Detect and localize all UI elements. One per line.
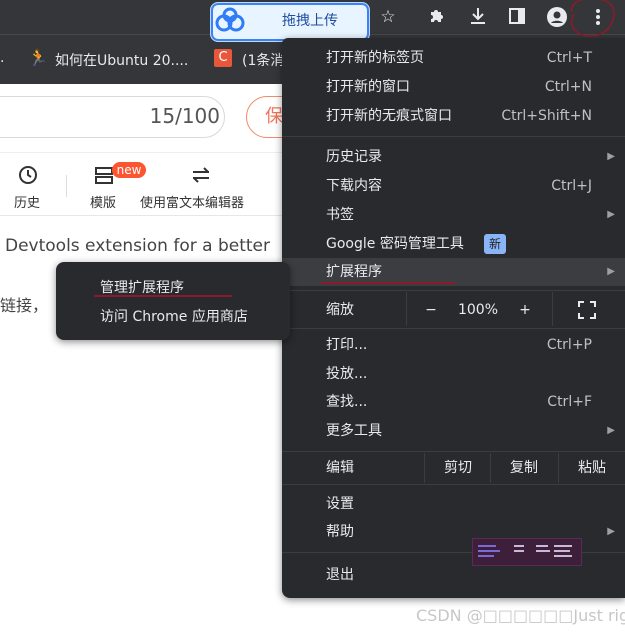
edit-label: 编辑 bbox=[326, 460, 354, 476]
menu-item-downloads[interactable]: 下载内容 Ctrl+J bbox=[282, 172, 625, 200]
bookmark-item[interactable]: (1条消 bbox=[242, 50, 284, 70]
chevron-right-icon: ▶ bbox=[607, 425, 615, 436]
new-badge: 新 bbox=[484, 234, 506, 254]
menu-item-find[interactable]: 查找... Ctrl+F bbox=[282, 388, 625, 416]
zoom-level: 100% bbox=[457, 302, 499, 318]
submenu-item-visit-store[interactable]: 访问 Chrome 应用商店 bbox=[100, 306, 248, 326]
bookmark-item[interactable]: . bbox=[0, 50, 4, 66]
csdn-icon: C bbox=[214, 49, 232, 67]
menu-divider bbox=[490, 453, 491, 483]
menu-divider bbox=[282, 484, 625, 485]
history-icon[interactable] bbox=[17, 164, 39, 191]
menu-item-more-tools[interactable]: 更多工具 ▶ bbox=[282, 417, 625, 445]
menu-divider bbox=[282, 328, 625, 329]
menu-divider bbox=[406, 292, 407, 326]
copy-button[interactable]: 复制 bbox=[494, 453, 554, 483]
new-badge: new bbox=[112, 162, 146, 178]
menu-item-new-tab[interactable]: 打开新的标签页 Ctrl+T bbox=[282, 44, 625, 72]
menu-item-print[interactable]: 打印... Ctrl+P bbox=[282, 331, 625, 359]
menu-item-settings[interactable]: 设置 bbox=[282, 490, 625, 518]
running-man-icon: 🏃 bbox=[28, 48, 48, 67]
menu-divider bbox=[558, 453, 559, 483]
chevron-right-icon: ▶ bbox=[607, 151, 615, 162]
side-panel-icon[interactable] bbox=[506, 6, 528, 28]
menu-item-cast[interactable]: 投放... bbox=[282, 360, 625, 388]
body-text: 链接， bbox=[0, 296, 49, 315]
upload-extension-label: 拖拽上传 bbox=[282, 13, 338, 29]
cut-button[interactable]: 剪切 bbox=[428, 453, 488, 483]
menu-divider bbox=[282, 451, 625, 452]
menu-divider bbox=[282, 136, 625, 137]
paste-button[interactable]: 粘贴 bbox=[562, 453, 622, 483]
switch-icon[interactable] bbox=[190, 164, 212, 191]
rich-editor-label[interactable]: 使用富文本编辑器 bbox=[140, 192, 244, 211]
zoom-label: 缩放 bbox=[326, 302, 354, 318]
menu-item-bookmarks[interactable]: 书签 ▶ bbox=[282, 201, 625, 229]
bookmark-item[interactable]: 如何在Ubuntu 20.... bbox=[55, 50, 188, 70]
annotation-underline bbox=[94, 295, 232, 297]
cloud-drive-icon bbox=[215, 7, 245, 32]
menu-item-new-window[interactable]: 打开新的窗口 Ctrl+N bbox=[282, 73, 625, 101]
menu-item-history[interactable]: 历史记录 ▶ bbox=[282, 143, 625, 171]
menu-divider bbox=[424, 453, 425, 483]
body-text: Devtools extension for a better bbox=[5, 236, 270, 256]
char-counter: 15/100 bbox=[149, 104, 220, 128]
chevron-right-icon: ▶ bbox=[607, 209, 615, 220]
menu-item-password-manager[interactable]: Google 密码管理工具 新 bbox=[282, 230, 625, 258]
puzzle-icon[interactable] bbox=[426, 6, 448, 28]
extensions-submenu bbox=[56, 262, 290, 340]
zoom-in-button[interactable]: + bbox=[508, 295, 542, 325]
menu-divider bbox=[552, 292, 553, 326]
watermark: CSDN @□□□□□□Just right bbox=[416, 606, 625, 625]
zoom-out-button[interactable]: − bbox=[414, 295, 448, 325]
fullscreen-icon[interactable] bbox=[577, 300, 597, 320]
menu-item-incognito[interactable]: 打开新的无痕式窗口 Ctrl+Shift+N bbox=[282, 102, 625, 130]
chevron-right-icon: ▶ bbox=[607, 266, 615, 277]
menu-divider bbox=[282, 290, 625, 291]
annotation-underline bbox=[321, 282, 455, 284]
template-label[interactable]: 模版 bbox=[90, 192, 116, 211]
download-icon[interactable] bbox=[467, 6, 489, 28]
history-label[interactable]: 历史 bbox=[14, 192, 40, 211]
toolbar-divider bbox=[66, 175, 67, 197]
chevron-right-icon: ▶ bbox=[607, 526, 615, 537]
star-icon[interactable]: ☆ bbox=[377, 6, 399, 28]
thumbnail-content bbox=[478, 545, 572, 557]
submenu-item-manage-extensions[interactable]: 管理扩展程序 bbox=[100, 277, 184, 297]
